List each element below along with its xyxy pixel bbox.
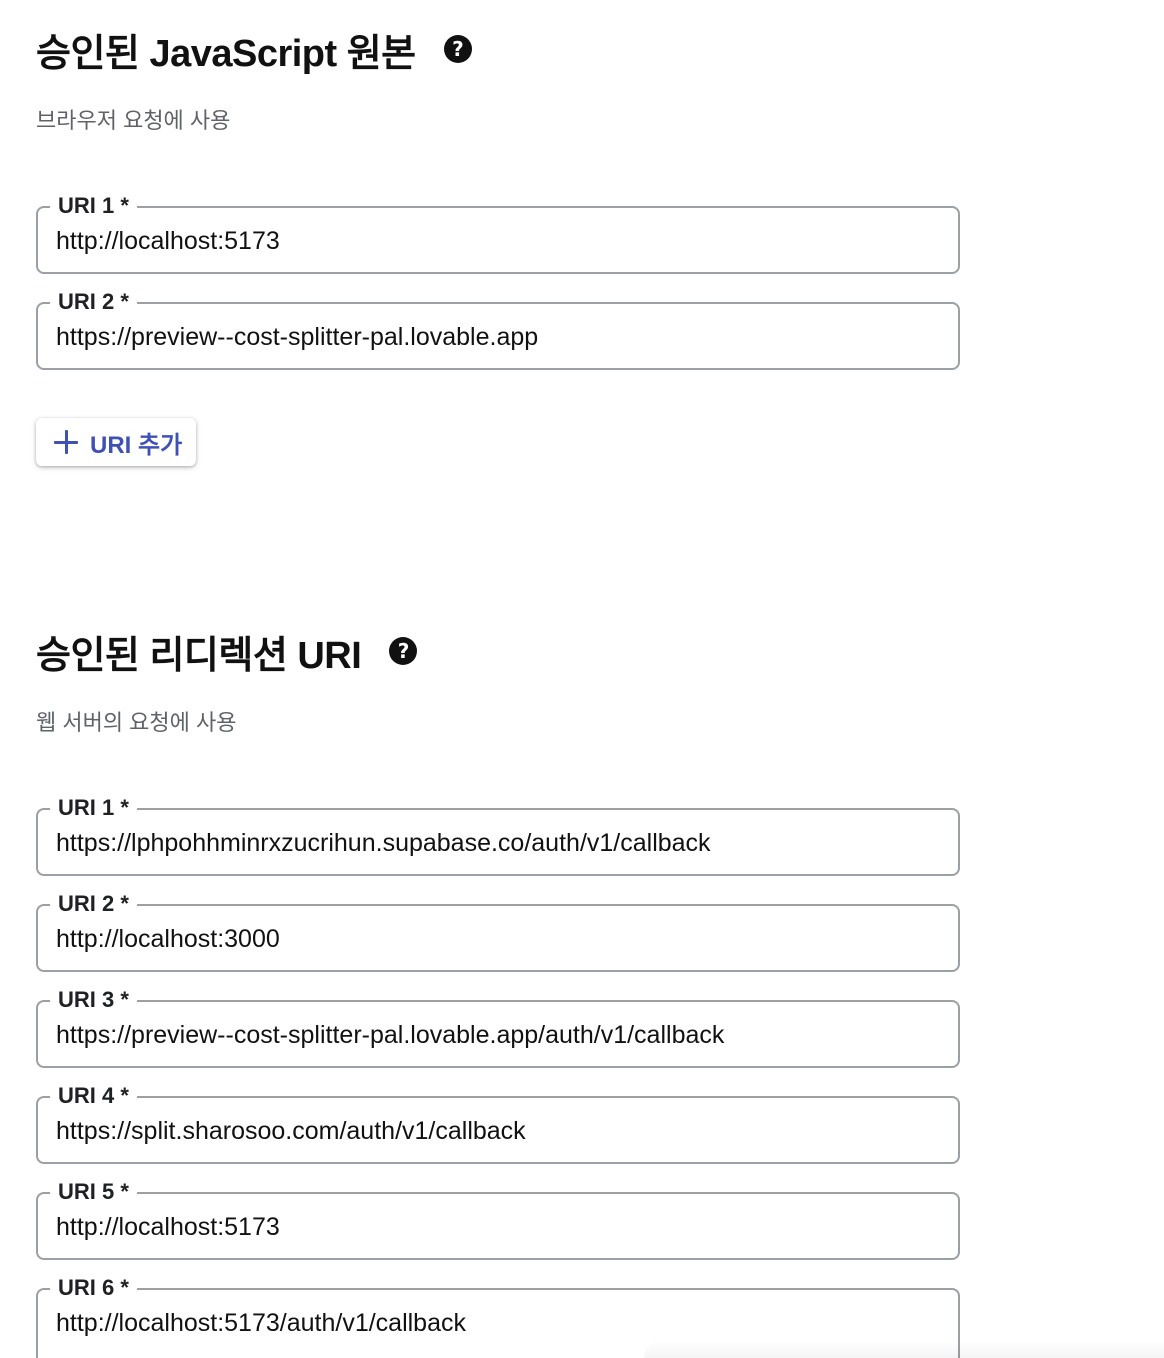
js-origin-uri-1-input[interactable] [56,224,940,258]
redirect-uris-section: 승인된 리디렉션 URI ? 웹 서버의 요청에 사용 URI 1 * URI … [36,626,966,1358]
redirect-uri-4-field[interactable]: URI 4 * [36,1082,960,1164]
redirect-uri-6-label: URI 6 * [50,1274,137,1302]
redirect-uri-6-input[interactable] [56,1306,940,1340]
redirect-uri-1-input[interactable] [56,826,940,860]
redirect-uri-3-field[interactable]: URI 3 * [36,986,960,1068]
js-origin-uri-1-field[interactable]: URI 1 * [36,192,960,274]
js-origin-uri-1-label: URI 1 * [50,192,137,220]
redirect-uri-4-input[interactable] [56,1114,940,1148]
add-uri-button[interactable]: URI 추가 [36,418,197,466]
redirect-uri-1-label: URI 1 * [50,794,137,822]
redirect-uri-3-label: URI 3 * [50,986,137,1014]
plus-icon [54,430,78,454]
redirect-uri-2-input[interactable] [56,922,940,956]
js-origin-uri-2-label: URI 2 * [50,288,137,316]
help-circle-icon[interactable]: ? [389,637,418,665]
js-origin-uri-2-input[interactable] [56,320,940,354]
redirect-uri-5-input[interactable] [56,1210,940,1244]
redirect-uris-description: 웹 서버의 요청에 사용 [36,710,237,735]
redirect-uri-3-input[interactable] [56,1018,940,1052]
redirect-uri-2-label: URI 2 * [50,890,137,918]
js-origins-title: 승인된 JavaScript 원본 ? [36,24,966,75]
redirect-uris-title: 승인된 리디렉션 URI ? [36,626,966,677]
redirect-uris-title-text: 승인된 리디렉션 URI [36,634,362,677]
redirect-uri-4-label: URI 4 * [50,1082,137,1110]
bottom-panel-shadow [644,1340,1164,1358]
redirect-uri-1-field[interactable]: URI 1 * [36,794,960,876]
redirect-uri-2-field[interactable]: URI 2 * [36,890,960,972]
redirect-uri-5-label: URI 5 * [50,1178,137,1206]
redirect-uri-5-field[interactable]: URI 5 * [36,1178,960,1260]
js-origin-uri-2-field[interactable]: URI 2 * [36,288,960,370]
js-origins-title-text: 승인된 JavaScript 원본 [36,32,416,75]
help-circle-icon[interactable]: ? [443,35,472,63]
add-uri-button-label: URI 추가 [90,431,183,459]
js-origins-section: 승인된 JavaScript 원본 ? 브라우저 요청에 사용 URI 1 * … [36,24,966,474]
js-origins-description: 브라우저 요청에 사용 [36,108,231,133]
